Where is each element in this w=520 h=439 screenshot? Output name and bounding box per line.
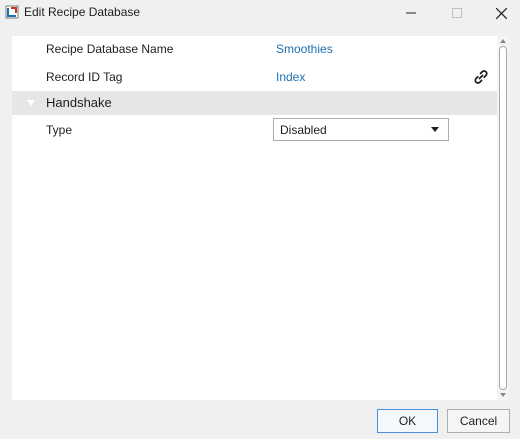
type-dropdown-value: Disabled xyxy=(280,123,327,137)
close-icon xyxy=(495,7,507,19)
link-icon[interactable] xyxy=(472,68,490,86)
minimize-button[interactable] xyxy=(388,0,434,26)
property-row-name[interactable]: Recipe Database Name Smoothies xyxy=(12,36,497,62)
property-label-type: Type xyxy=(46,123,73,137)
scroll-up-arrow-icon[interactable] xyxy=(500,39,506,43)
maximize-button[interactable] xyxy=(434,0,480,26)
property-label-record-id-tag: Record ID Tag xyxy=(46,70,123,84)
recipe-app-icon xyxy=(5,5,19,19)
title-bar: Edit Recipe Database xyxy=(0,0,520,26)
property-label-name: Recipe Database Name xyxy=(46,42,174,56)
expand-caret-icon[interactable] xyxy=(27,100,35,106)
dropdown-arrow-icon xyxy=(431,127,439,132)
recipe-database-name-value[interactable]: Smoothies xyxy=(276,42,333,56)
scroll-down-arrow-icon[interactable] xyxy=(500,393,506,397)
type-dropdown[interactable]: Disabled xyxy=(273,118,449,141)
record-id-tag-value[interactable]: Index xyxy=(276,70,305,84)
ok-button[interactable]: OK xyxy=(377,409,438,433)
group-title-handshake: Handshake xyxy=(46,95,112,110)
property-row-record-id-tag[interactable]: Record ID Tag Index xyxy=(12,64,497,90)
maximize-icon xyxy=(452,8,462,18)
property-grid: Recipe Database Name Smoothies Record ID… xyxy=(12,36,509,400)
cancel-button[interactable]: Cancel xyxy=(447,409,510,433)
group-header-handshake[interactable]: Handshake xyxy=(12,91,497,115)
close-button[interactable] xyxy=(478,0,520,26)
minimize-icon xyxy=(406,12,416,14)
scrollbar-thumb[interactable] xyxy=(499,46,507,390)
window-title: Edit Recipe Database xyxy=(24,5,141,19)
vertical-scrollbar[interactable] xyxy=(497,36,509,400)
